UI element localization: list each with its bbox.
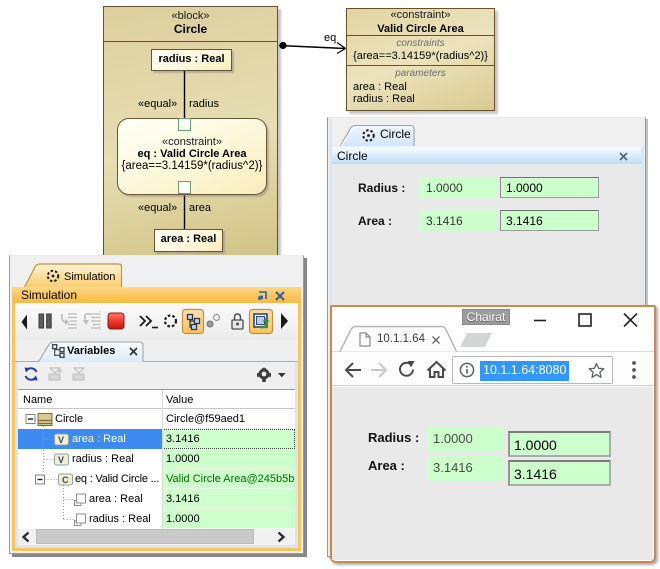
svg-text:Simulation: Simulation <box>64 271 115 283</box>
svg-text:C: C <box>62 475 69 485</box>
svg-text:V: V <box>58 455 64 465</box>
svg-text:V: V <box>58 435 64 445</box>
